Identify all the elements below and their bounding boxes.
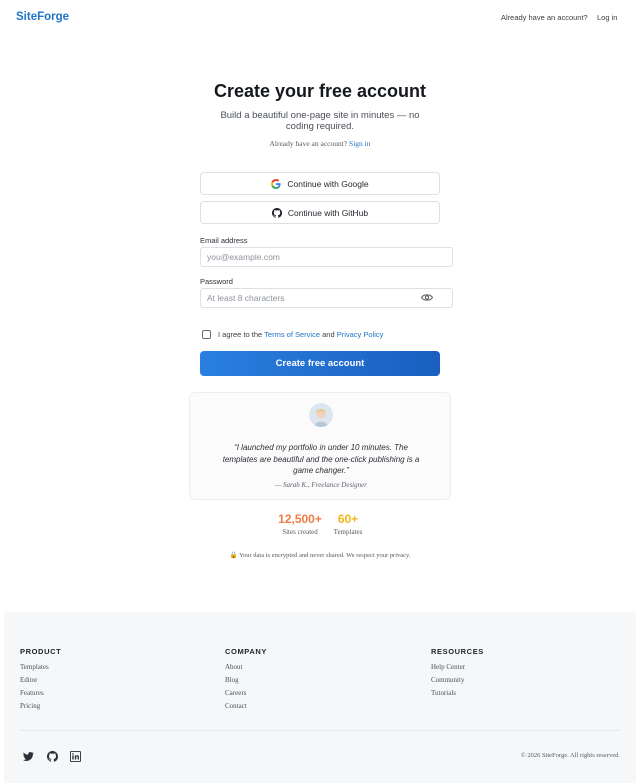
footer-link[interactable]: Careers	[225, 687, 267, 700]
site-footer: PRODUCT Templates Editor Features Pricin…	[4, 612, 636, 783]
already-have-account-text: Already have an account?	[501, 13, 588, 22]
footer-heading: PRODUCT	[20, 647, 62, 656]
footer-link[interactable]: Editor	[20, 674, 61, 687]
github-icon[interactable]	[47, 751, 58, 762]
avatar	[309, 403, 333, 427]
footer-heading: COMPANY	[225, 647, 267, 656]
footer-link[interactable]: Templates	[20, 661, 61, 674]
password-field[interactable]	[200, 288, 453, 308]
stat-label: Sites created	[282, 528, 318, 536]
agree-prefix: I agree to the	[218, 330, 263, 339]
email-label: Email address	[200, 236, 248, 245]
create-account-button[interactable]: Create free account	[200, 351, 440, 376]
google-button-label: Continue with Google	[287, 178, 369, 189]
footer-column-company: COMPANY About Blog Careers Contact	[225, 647, 267, 713]
continue-with-github-button[interactable]: Continue with GitHub	[200, 201, 440, 224]
page-title: Create your free account	[213, 81, 427, 101]
stat-value: 60+	[337, 512, 359, 526]
site-header: SiteForge Already have an account? Log i…	[0, 0, 640, 36]
privacy-note-text: Your data is encrypted and never shared.…	[238, 552, 411, 559]
terms-of-service-link[interactable]: Terms of Service	[264, 330, 320, 339]
continue-with-google-button[interactable]: Continue with Google	[200, 172, 440, 195]
footer-link[interactable]: Blog	[225, 674, 267, 687]
lock-icon: 🔒	[229, 552, 238, 559]
footer-link[interactable]: Help Center	[431, 661, 484, 674]
logo[interactable]: SiteForge	[16, 11, 69, 23]
privacy-policy-link[interactable]: Privacy Policy	[337, 330, 384, 339]
footer-column-resources: RESOURCES Help Center Community Tutorial…	[431, 647, 484, 700]
terms-checkbox[interactable]	[202, 330, 211, 339]
github-icon	[271, 207, 282, 218]
signin-prompt-text: Already have an account?	[269, 139, 348, 148]
footer-link[interactable]: Community	[431, 674, 484, 687]
footer-link[interactable]: Pricing	[20, 700, 61, 713]
show-password-eye-icon[interactable]	[421, 293, 433, 302]
footer-column-product: PRODUCT Templates Editor Features Pricin…	[20, 647, 61, 713]
testimonial-author: — Sarah K., Freelance Designer	[275, 481, 367, 489]
page-subtitle: Build a beautiful one-page site in minut…	[220, 110, 420, 132]
testimonial-card: “I launched my portfolio in under 10 min…	[189, 392, 451, 500]
footer-divider	[20, 730, 620, 731]
privacy-note: 🔒 Your data is encrypted and never share…	[0, 551, 640, 559]
signin-link[interactable]: Sign in	[349, 139, 370, 148]
stat-value: 12,500+	[278, 512, 322, 526]
google-icon	[271, 178, 281, 189]
stat-templates: 60+ Templates	[326, 512, 370, 536]
footer-link[interactable]: About	[225, 661, 267, 674]
signin-prompt-line: Already have an account? Sign in	[0, 139, 640, 148]
linkedin-icon[interactable]	[70, 751, 81, 762]
github-button-label: Continue with GitHub	[287, 207, 369, 218]
terms-agreement-text: I agree to the Terms of Service and Priv…	[218, 330, 383, 339]
password-label: Password	[200, 277, 233, 286]
footer-link[interactable]: Contact	[225, 700, 267, 713]
stat-label: Templates	[333, 528, 363, 536]
footer-link[interactable]: Tutorials	[431, 687, 484, 700]
login-link[interactable]: Log in	[597, 13, 617, 22]
email-field[interactable]	[200, 247, 453, 267]
testimonial-quote: “I launched my portfolio in under 10 min…	[222, 443, 420, 475]
agree-and: and	[322, 330, 335, 339]
terms-agreement: I agree to the Terms of Service and Priv…	[202, 330, 383, 339]
twitter-icon[interactable]	[23, 751, 34, 762]
footer-link[interactable]: Features	[20, 687, 61, 700]
footer-heading: RESOURCES	[431, 647, 484, 656]
copyright-text: © 2026 SiteForge. All rights reserved.	[520, 752, 620, 759]
stat-sites-created: 12,500+ Sites created	[270, 512, 330, 536]
